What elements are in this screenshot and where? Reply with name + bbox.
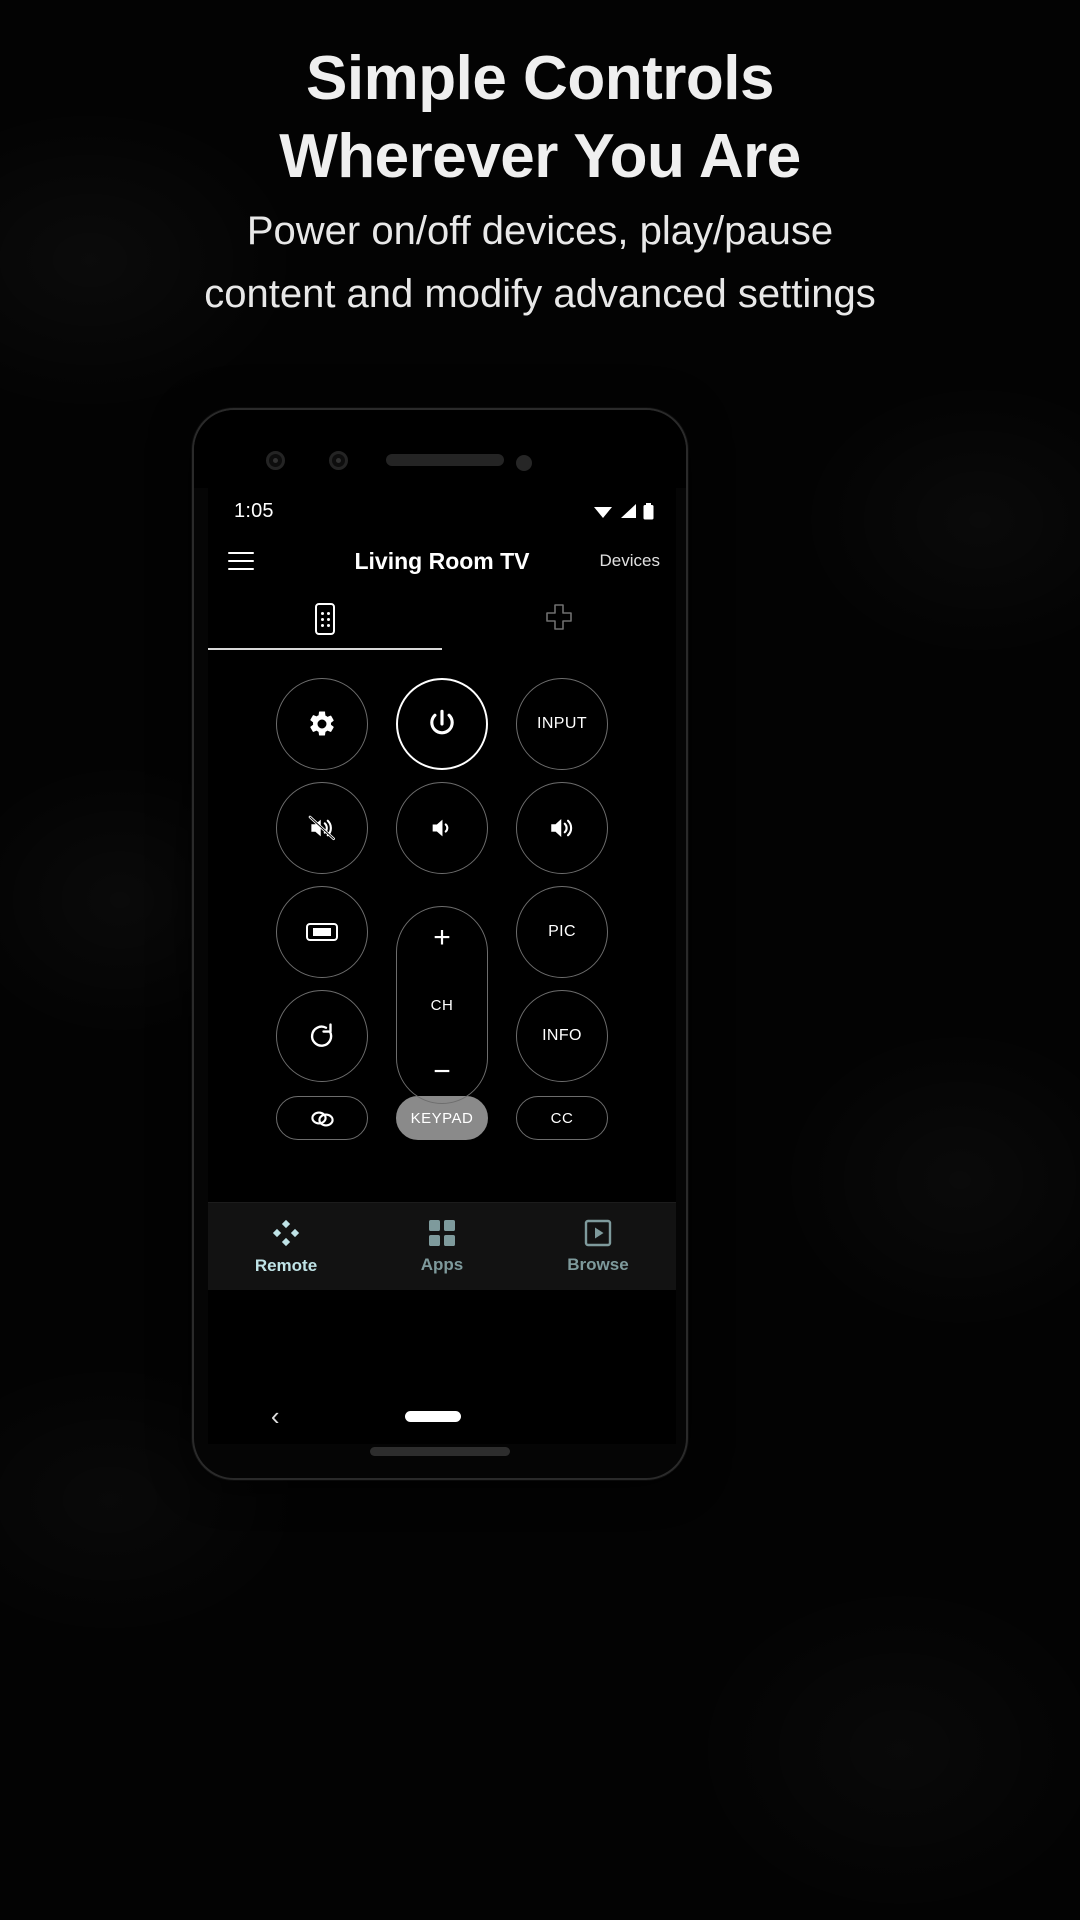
promo-screenshot: Simple Controls Wherever You Are Power o… <box>0 0 1080 1920</box>
wifi-icon <box>594 507 612 518</box>
channel-rocker[interactable]: + CH − <box>396 906 488 1104</box>
headline-line-1: Simple Controls <box>306 44 774 113</box>
channel-label: CH <box>430 996 454 1014</box>
status-icons <box>593 502 654 520</box>
nav-item-remote[interactable]: Remote <box>208 1218 364 1276</box>
home-pill-indicator[interactable] <box>405 1410 462 1422</box>
page-title: Simple Controls Wherever You Are <box>0 48 1080 188</box>
phone-screen: 1:05 Living Room TV Devices INPUT PIC IN… <box>208 488 676 1388</box>
bottom-navigation: Remote Apps Browse <box>208 1202 676 1290</box>
aspect-ratio-icon <box>306 923 338 941</box>
channel-down-button[interactable]: − <box>433 1057 451 1087</box>
front-camera-icon <box>266 451 285 470</box>
subtitle-line-2: content and modify advanced settings <box>204 272 876 317</box>
volume-down-button[interactable] <box>396 782 488 874</box>
proximity-sensor-icon <box>516 455 532 471</box>
volume-mute-icon <box>308 815 335 841</box>
volume-low-icon <box>432 819 449 837</box>
battery-icon <box>643 502 654 519</box>
remote-control-icon <box>315 603 335 635</box>
mute-button[interactable] <box>276 782 368 874</box>
nav-item-apps[interactable]: Apps <box>364 1219 520 1275</box>
remote-control-panel: INPUT PIC INFO + CH − KEYPAD CC Remote A… <box>208 650 676 1290</box>
rotate-button[interactable] <box>276 990 368 1082</box>
cc-button-label: CC <box>550 1109 574 1127</box>
gear-icon <box>310 711 334 736</box>
nav-label-remote: Remote <box>254 1255 318 1275</box>
remote-row-1: INPUT <box>208 678 676 770</box>
settings-button[interactable] <box>276 678 368 770</box>
power-button[interactable] <box>396 678 488 770</box>
remote-tabs <box>208 588 676 650</box>
grid-apps-icon <box>429 1219 455 1246</box>
dpad-nav-icon <box>272 1219 300 1246</box>
subtitle-line-1: Power on/off devices, play/pause <box>246 209 834 253</box>
picture-button[interactable]: PIC <box>516 886 608 978</box>
input-button-label: INPUT <box>537 715 587 732</box>
devices-link[interactable]: Devices <box>600 551 660 571</box>
phone-bottom-bezel-bar <box>370 1447 510 1456</box>
back-chevron-icon[interactable]: ‹ <box>271 1403 280 1429</box>
status-bar: 1:05 <box>208 488 676 534</box>
dpad-icon <box>546 604 572 630</box>
info-button[interactable]: INFO <box>516 990 608 1082</box>
tab-remote[interactable] <box>208 588 442 650</box>
remote-row-2 <box>208 782 676 874</box>
rotate-icon <box>310 1023 333 1047</box>
nav-item-browse[interactable]: Browse <box>520 1219 676 1275</box>
play-box-icon <box>584 1219 612 1246</box>
volume-high-icon <box>551 819 573 837</box>
info-button-label: INFO <box>542 1027 582 1044</box>
hamburger-menu-icon[interactable] <box>228 547 262 575</box>
keypad-button-label: KEYPAD <box>410 1109 474 1127</box>
volume-up-button[interactable] <box>516 782 608 874</box>
closed-caption-button[interactable]: CC <box>516 1096 608 1140</box>
channel-up-button[interactable]: + <box>433 923 451 953</box>
page-subtitle: Power on/off devices, play/pause content… <box>0 200 1080 326</box>
picture-button-label: PIC <box>548 923 576 940</box>
link-icon <box>311 1111 334 1127</box>
system-navigation-bar: ‹ <box>208 1388 676 1444</box>
aspect-ratio-button[interactable] <box>276 886 368 978</box>
earpiece-speaker <box>386 454 504 466</box>
tab-dpad[interactable] <box>442 588 676 650</box>
nav-label-apps: Apps <box>420 1254 464 1274</box>
link-button[interactable] <box>276 1096 368 1140</box>
phone-mockup: 1:05 Living Room TV Devices INPUT PIC IN… <box>192 408 688 1480</box>
nav-label-browse: Browse <box>567 1254 629 1274</box>
phone-top-bezel <box>194 410 686 488</box>
power-icon <box>430 709 454 735</box>
status-clock: 1:05 <box>234 499 274 522</box>
cellular-signal-icon <box>621 504 636 518</box>
app-bar: Living Room TV Devices <box>208 534 676 588</box>
input-button[interactable]: INPUT <box>516 678 608 770</box>
secondary-camera-icon <box>329 451 348 470</box>
headline-line-2: Wherever You Are <box>279 122 801 191</box>
